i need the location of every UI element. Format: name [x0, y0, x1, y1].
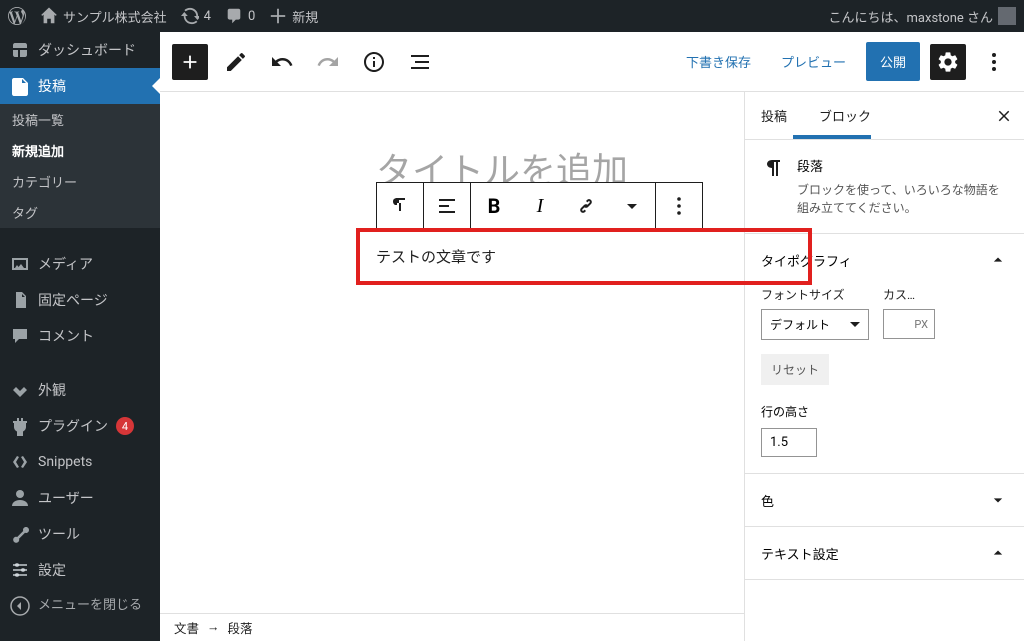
editor-content: 下書き保存 プレビュー 公開 タイトルを追加 B: [160, 32, 1024, 641]
link-button[interactable]: [563, 183, 609, 229]
block-breadcrumb: 文書 → 段落: [160, 613, 744, 641]
tab-block[interactable]: ブロック: [803, 92, 887, 139]
block-card-desc: ブロックを使って、いろいろな物語を組み立ててください。: [797, 181, 1008, 217]
breadcrumb-document[interactable]: 文書: [174, 618, 199, 637]
submenu-categories[interactable]: カテゴリー: [0, 166, 160, 197]
wp-logo[interactable]: [8, 7, 26, 25]
block-card-title: 段落: [797, 156, 1008, 175]
color-header[interactable]: 色: [761, 490, 1008, 510]
block-more-button[interactable]: [656, 183, 702, 229]
add-block-button[interactable]: [172, 44, 208, 80]
block-type-button[interactable]: [377, 183, 423, 229]
menu-posts[interactable]: 投稿: [0, 68, 160, 104]
line-height-input[interactable]: [761, 428, 817, 457]
avatar: [998, 7, 1016, 25]
menu-tools[interactable]: ツール: [0, 516, 160, 552]
line-height-label: 行の高さ: [761, 403, 1008, 420]
collapse-menu[interactable]: メニューを閉じる: [0, 588, 160, 624]
publish-button[interactable]: 公開: [866, 42, 920, 81]
custom-size-input[interactable]: PX: [883, 309, 935, 339]
chevron-up-icon: [988, 543, 1008, 563]
paragraph-icon: [761, 156, 785, 180]
redo-button[interactable]: [310, 44, 346, 80]
save-draft-button[interactable]: 下書き保存: [676, 44, 761, 79]
menu-users[interactable]: ユーザー: [0, 480, 160, 516]
color-panel: 色: [745, 474, 1024, 527]
block-toolbar: B I: [376, 182, 703, 230]
menu-snippets[interactable]: Snippets: [0, 444, 160, 480]
menu-settings[interactable]: 設定: [0, 552, 160, 588]
paragraph-block[interactable]: テストの文章です: [356, 228, 812, 285]
more-options-button[interactable]: [976, 44, 1012, 80]
bold-button[interactable]: B: [471, 183, 517, 229]
align-button[interactable]: [424, 183, 470, 229]
close-panel-button[interactable]: [992, 104, 1016, 128]
reset-button[interactable]: リセット: [761, 354, 829, 385]
comment-count: 0: [248, 9, 255, 24]
breadcrumb-block[interactable]: 段落: [228, 618, 253, 637]
update-count: 4: [204, 9, 211, 24]
inspector-panel: 投稿 ブロック 段落 ブロックを使って、いろいろな物語を組み立ててください。: [744, 92, 1024, 641]
menu-pages[interactable]: 固定ページ: [0, 282, 160, 318]
submenu-tags[interactable]: タグ: [0, 197, 160, 228]
updates-link[interactable]: 4: [181, 7, 211, 25]
menu-plugins[interactable]: プラグイン4: [0, 408, 160, 444]
text-settings-panel: テキスト設定: [745, 527, 1024, 580]
editor-header: 下書き保存 プレビュー 公開: [160, 32, 1024, 92]
menu-comments[interactable]: コメント: [0, 318, 160, 354]
menu-dashboard[interactable]: ダッシュボード: [0, 32, 160, 68]
new-label: 新規: [292, 7, 318, 26]
more-format-button[interactable]: [609, 183, 655, 229]
submenu-posts-all[interactable]: 投稿一覧: [0, 104, 160, 135]
user-greeting[interactable]: こんにちは、maxstone さん: [829, 7, 1016, 26]
tab-post[interactable]: 投稿: [745, 92, 803, 139]
font-size-label: フォントサイズ: [761, 286, 869, 303]
posts-submenu: 投稿一覧 新規追加 カテゴリー タグ: [0, 104, 160, 228]
info-button[interactable]: [356, 44, 392, 80]
preview-button[interactable]: プレビュー: [771, 44, 856, 79]
comments-link[interactable]: 0: [225, 7, 255, 25]
admin-sidebar: ダッシュボード 投稿 投稿一覧 新規追加 カテゴリー タグ メディア 固定ページ…: [0, 32, 160, 641]
block-card-section: 段落 ブロックを使って、いろいろな物語を組み立ててください。: [745, 140, 1024, 234]
site-name: サンプル株式会社: [63, 7, 167, 26]
custom-size-label: カス…: [883, 286, 935, 303]
menu-appearance[interactable]: 外観: [0, 372, 160, 408]
new-content-link[interactable]: 新規: [269, 7, 318, 26]
site-home-link[interactable]: サンプル株式会社: [40, 7, 167, 26]
font-size-select[interactable]: デフォルト: [761, 309, 869, 340]
chevron-down-icon: [988, 490, 1008, 510]
admin-bar: サンプル株式会社 4 0 新規 こんにちは、maxstone さん: [0, 0, 1024, 32]
outline-button[interactable]: [402, 44, 438, 80]
italic-button[interactable]: I: [517, 183, 563, 229]
edit-mode-button[interactable]: [218, 44, 254, 80]
undo-button[interactable]: [264, 44, 300, 80]
text-settings-header[interactable]: テキスト設定: [761, 543, 1008, 563]
settings-toggle-button[interactable]: [930, 44, 966, 80]
menu-media[interactable]: メディア: [0, 246, 160, 282]
submenu-posts-new[interactable]: 新規追加: [0, 135, 160, 166]
inspector-tabs: 投稿 ブロック: [745, 92, 1024, 140]
chevron-up-icon: [988, 250, 1008, 270]
editor-canvas[interactable]: タイトルを追加 B I: [160, 92, 744, 641]
plugin-update-badge: 4: [116, 417, 134, 435]
